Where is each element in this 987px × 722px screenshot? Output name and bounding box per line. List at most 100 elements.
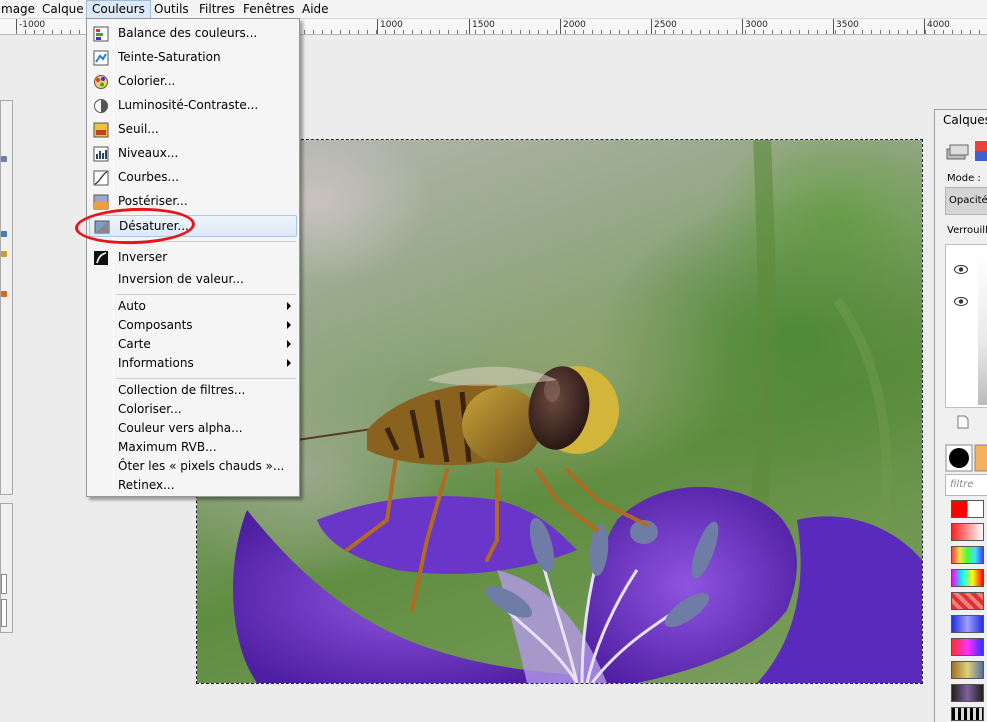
ruler-minor-tick bbox=[322, 30, 323, 34]
gradient-swatch[interactable] bbox=[951, 638, 984, 656]
ruler-minor-tick bbox=[376, 30, 377, 34]
ruler-label: 1500 bbox=[472, 20, 495, 30]
ruler-label: 4000 bbox=[927, 20, 950, 30]
ruler-minor-tick bbox=[565, 30, 566, 34]
tool-options-panel[interactable] bbox=[0, 503, 13, 633]
ruler-minor-tick bbox=[673, 30, 674, 34]
filter-input[interactable]: filtre bbox=[945, 474, 987, 496]
menu-item-colorier[interactable]: Colorier... bbox=[89, 71, 297, 93]
option-field[interactable] bbox=[1, 574, 7, 594]
menu-couleurs[interactable]: Couleurs bbox=[86, 0, 151, 19]
submenu-arrow-icon bbox=[287, 359, 291, 367]
ruler-major-tick bbox=[377, 19, 378, 34]
menu-separator bbox=[116, 378, 296, 379]
eye-icon[interactable] bbox=[954, 297, 968, 306]
ruler-minor-tick bbox=[52, 30, 53, 34]
toolbox-panel[interactable] bbox=[0, 100, 13, 495]
ruler-label: -1000 bbox=[19, 20, 46, 30]
ruler-minor-tick bbox=[394, 30, 395, 34]
ruler-minor-tick bbox=[457, 30, 458, 34]
colorize-icon bbox=[94, 75, 108, 89]
ruler-minor-tick bbox=[34, 30, 35, 34]
ruler-minor-tick bbox=[754, 30, 755, 34]
ruler-minor-tick bbox=[880, 30, 881, 34]
menu-calque[interactable]: Calque bbox=[37, 0, 89, 19]
tool-icon[interactable] bbox=[1, 156, 7, 162]
ruler-minor-tick bbox=[853, 30, 854, 34]
gradient-swatch[interactable] bbox=[951, 523, 984, 541]
couleurs-menu: Balance des couleurs... Teinte-Saturatio… bbox=[86, 18, 300, 497]
menu-item-balance-couleurs[interactable]: Balance des couleurs... bbox=[89, 23, 297, 45]
menu-item-luminosite-contraste[interactable]: Luminosité-Contraste... bbox=[89, 95, 297, 117]
gradient-swatch[interactable] bbox=[951, 500, 984, 518]
ruler-major-tick bbox=[833, 19, 834, 34]
submenu-arrow-icon bbox=[287, 321, 291, 329]
opacity-field[interactable]: Opacité bbox=[945, 187, 987, 215]
ruler-minor-tick bbox=[790, 30, 791, 34]
dock-tabs[interactable] bbox=[945, 137, 987, 169]
menu-item-label: Postériser... bbox=[118, 194, 188, 208]
ruler-minor-tick bbox=[583, 30, 584, 34]
menu-item-label: Inverser bbox=[118, 250, 168, 264]
hoverfly-photo[interactable] bbox=[197, 140, 922, 683]
gradient-swatch[interactable] bbox=[951, 707, 984, 721]
new-layer-icon[interactable] bbox=[957, 415, 969, 429]
gradient-swatch[interactable] bbox=[951, 661, 984, 679]
ruler-minor-tick bbox=[574, 30, 575, 34]
menu-item-label: Inversion de valeur... bbox=[118, 272, 244, 286]
tool-icon[interactable] bbox=[1, 291, 7, 297]
ruler-minor-tick bbox=[952, 30, 953, 34]
ruler-minor-tick bbox=[934, 30, 935, 34]
menu-aide[interactable]: Aide bbox=[297, 0, 334, 19]
menu-item-seuil[interactable]: Seuil... bbox=[89, 119, 297, 141]
layers-tab-icon[interactable] bbox=[945, 137, 987, 169]
ruler-minor-tick bbox=[349, 30, 350, 34]
menu-outils[interactable]: Outils bbox=[149, 0, 194, 19]
ruler-label: 2500 bbox=[654, 20, 677, 30]
ruler-minor-tick bbox=[610, 30, 611, 34]
ruler-minor-tick bbox=[412, 30, 413, 34]
gradient-swatch[interactable] bbox=[951, 546, 984, 564]
ruler-minor-tick bbox=[619, 30, 620, 34]
ruler-major-tick bbox=[742, 19, 743, 34]
ruler-minor-tick bbox=[313, 30, 314, 34]
menu-item-retinex[interactable]: Retinex... bbox=[89, 475, 297, 497]
menu-item-label: Ôter les « pixels chauds »... bbox=[118, 459, 285, 473]
brush-selector[interactable] bbox=[945, 444, 987, 472]
gradient-swatch[interactable] bbox=[951, 569, 984, 587]
menu-separator bbox=[116, 294, 296, 295]
layers-list[interactable] bbox=[945, 244, 987, 408]
menu-filtres[interactable]: Filtres bbox=[194, 0, 240, 19]
menu-item-label: Luminosité-Contraste... bbox=[118, 98, 259, 112]
ruler-minor-tick bbox=[907, 30, 908, 34]
tool-icon[interactable] bbox=[1, 251, 7, 257]
menu-item-courbes[interactable]: Courbes... bbox=[89, 167, 297, 189]
ruler-minor-tick bbox=[763, 30, 764, 34]
submenu-arrow-icon bbox=[287, 340, 291, 348]
ruler-label: 2000 bbox=[563, 20, 586, 30]
ruler-minor-tick bbox=[529, 30, 530, 34]
eye-icon[interactable] bbox=[954, 265, 968, 274]
brush-icon[interactable] bbox=[945, 444, 987, 472]
menu-item-inversion-valeur[interactable]: Inversion de valeur... bbox=[89, 269, 297, 291]
hue-saturation-icon bbox=[93, 50, 109, 66]
ruler-minor-tick bbox=[25, 30, 26, 34]
gradient-swatch[interactable] bbox=[951, 684, 984, 702]
ruler-minor-tick bbox=[61, 30, 62, 34]
menu-item-informations[interactable]: Informations bbox=[89, 353, 297, 375]
ruler-minor-tick bbox=[691, 30, 692, 34]
menu-item-label: Coloriser... bbox=[118, 402, 182, 416]
ruler-minor-tick bbox=[745, 30, 746, 34]
tool-icon[interactable] bbox=[1, 231, 7, 237]
gradient-swatch[interactable] bbox=[951, 615, 984, 633]
menu-item-inverser[interactable]: Inverser bbox=[89, 247, 297, 269]
ruler-minor-tick bbox=[592, 30, 593, 34]
menu-item-niveaux[interactable]: Niveaux... bbox=[89, 143, 297, 165]
menu-fenetres[interactable]: Fenêtres bbox=[238, 0, 300, 19]
ruler-minor-tick bbox=[646, 30, 647, 34]
option-field[interactable] bbox=[1, 599, 7, 627]
gradient-swatch[interactable] bbox=[951, 592, 984, 610]
photo-illustration bbox=[233, 140, 922, 683]
menu-image[interactable]: mage bbox=[0, 0, 40, 19]
menu-item-teinte-saturation[interactable]: Teinte-Saturation bbox=[89, 47, 297, 69]
